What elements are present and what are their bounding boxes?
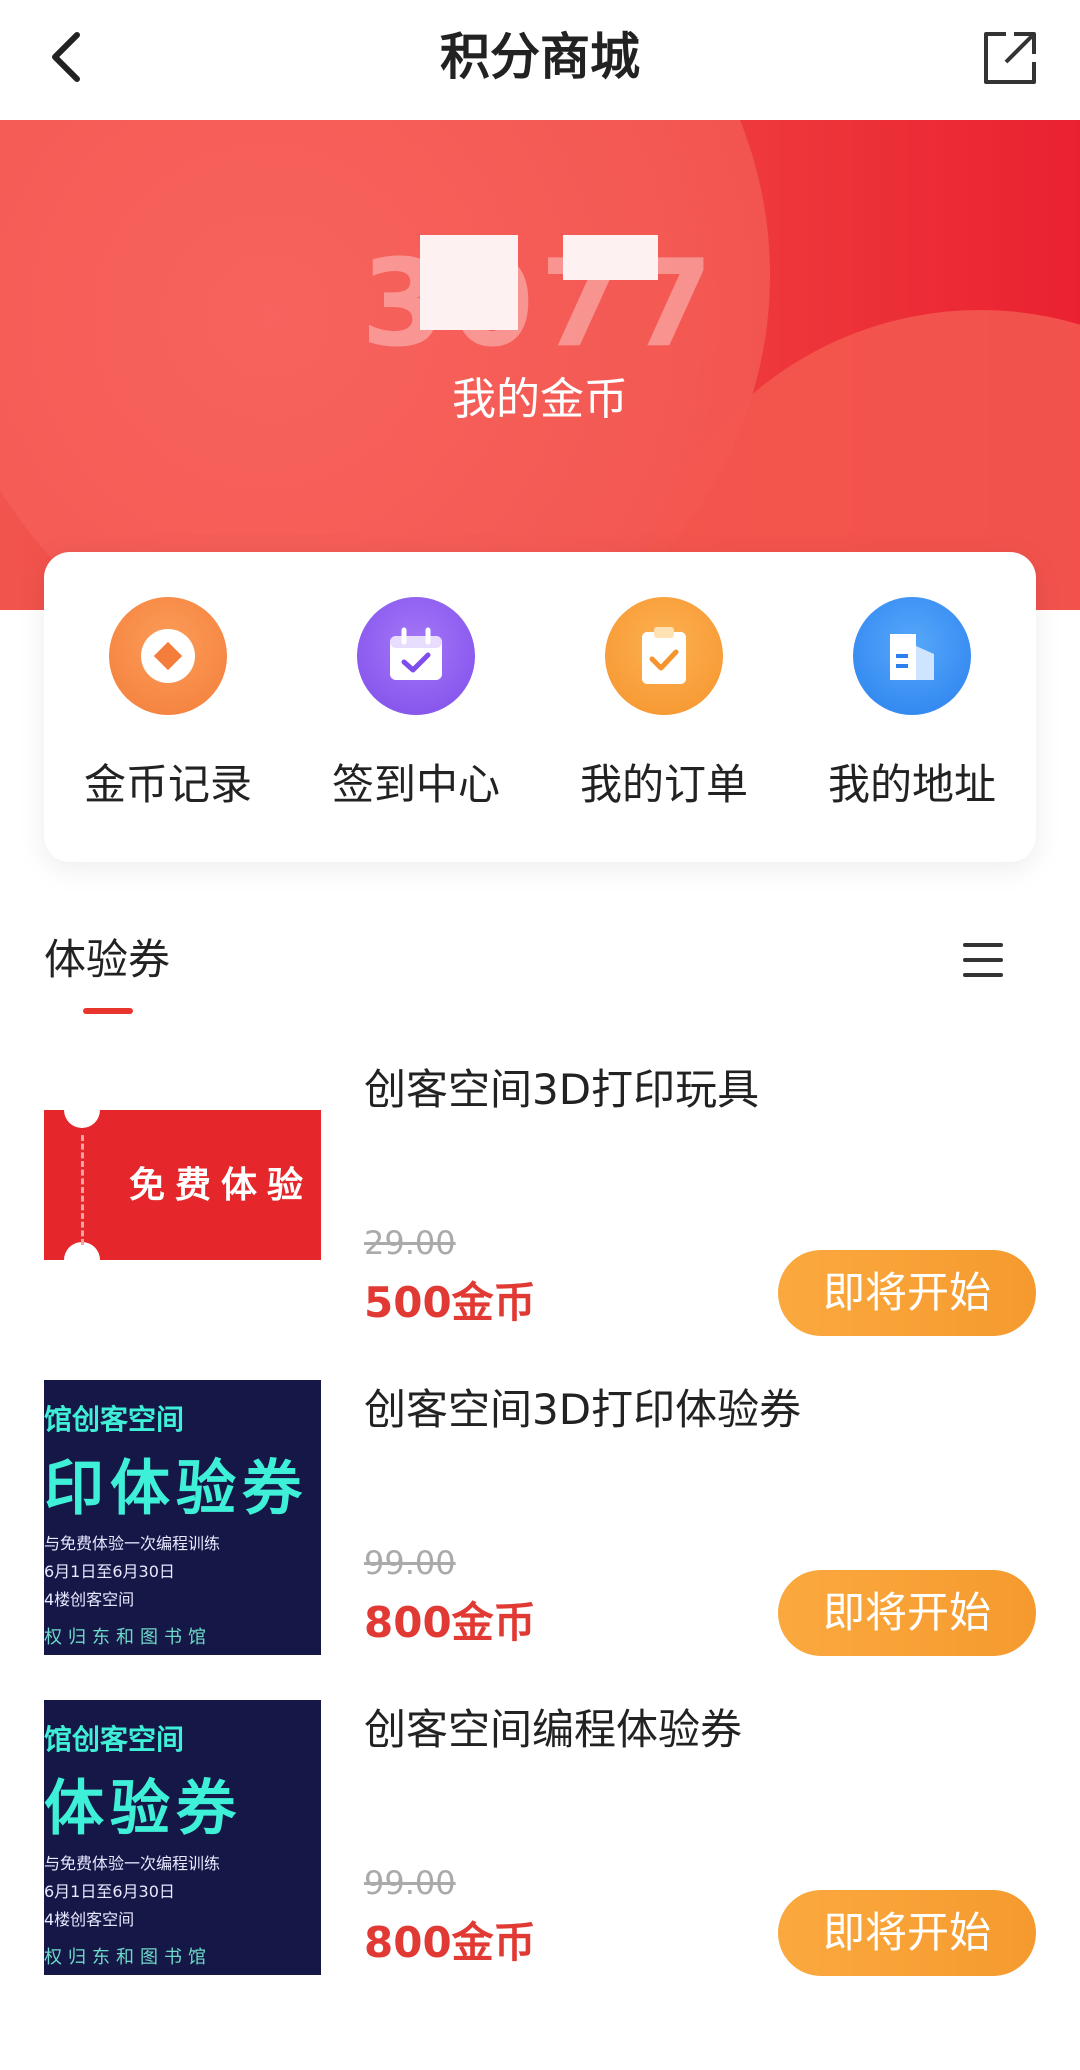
coin-price: 800金币: [364, 1918, 536, 1967]
action-label: 我的订单: [579, 760, 748, 809]
share-button[interactable]: [970, 18, 1050, 98]
thumbnail-text: 权归东和图书馆: [44, 1627, 212, 1648]
coin-balance-banner: 3077 我的金币: [0, 120, 1080, 610]
original-price: 99.00: [364, 1864, 456, 1902]
action-my-orders[interactable]: 我的订单: [540, 552, 788, 862]
building-icon: [853, 597, 971, 715]
product-thumbnail: 馆创客空间 体验券 与免费体验一次编程训练 6月1日至6月30日 4楼创客空间 …: [44, 1700, 321, 1975]
action-my-address[interactable]: 我的地址: [788, 552, 1036, 862]
coin-price: 800金币: [364, 1598, 536, 1647]
clipboard-check-icon: [605, 597, 723, 715]
thumbnail-text: 免费体验: [129, 1165, 314, 1206]
thumbnail-text: 体验券: [44, 1774, 242, 1844]
product-name: 创客空间3D打印玩具: [364, 1065, 760, 1114]
coin-price: 500金币: [364, 1278, 536, 1327]
coin-icon: [109, 597, 227, 715]
thumbnail-text: 印体验券: [44, 1454, 308, 1524]
coin-balance-value: 3077: [361, 235, 719, 374]
action-checkin-center[interactable]: 签到中心: [292, 552, 540, 862]
active-tab-indicator: [83, 1008, 133, 1014]
thumbnail-text: 馆创客空间: [44, 1403, 185, 1436]
product-name: 创客空间3D打印体验券: [364, 1385, 802, 1434]
coming-soon-button[interactable]: 即将开始: [778, 1890, 1036, 1976]
coin-balance-label: 我的金币: [452, 374, 628, 425]
original-price: 99.00: [364, 1544, 456, 1582]
quick-actions-card: 金币记录 签到中心 我的订单 我的地址: [44, 552, 1036, 862]
thumbnail-text: 与免费体验一次编程训练: [44, 1534, 221, 1553]
tab-experience-vouchers[interactable]: 体验券: [44, 930, 170, 990]
thumbnail-text: 与免费体验一次编程训练: [44, 1854, 221, 1873]
coming-soon-button[interactable]: 即将开始: [778, 1570, 1036, 1656]
external-link-icon: [984, 32, 1036, 84]
thumbnail-text: 4楼创客空间: [44, 1910, 135, 1929]
calendar-check-icon: [357, 597, 475, 715]
action-label: 金币记录: [83, 760, 252, 809]
coming-soon-button[interactable]: 即将开始: [778, 1250, 1036, 1336]
product-item[interactable]: 馆创客空间 印体验券 与免费体验一次编程训练 6月1日至6月30日 4楼创客空间…: [0, 1380, 1080, 1670]
product-item[interactable]: 馆创客空间 体验券 与免费体验一次编程训练 6月1日至6月30日 4楼创客空间 …: [0, 1700, 1080, 1990]
action-label: 我的地址: [827, 760, 996, 809]
privacy-mask: [420, 235, 518, 330]
original-price: 29.00: [364, 1224, 456, 1262]
thumbnail-text: 权归东和图书馆: [44, 1947, 212, 1968]
menu-icon[interactable]: [955, 935, 1011, 985]
action-label: 签到中心: [331, 760, 500, 809]
page-title: 积分商城: [440, 28, 640, 86]
thumbnail-text: 4楼创客空间: [44, 1590, 135, 1609]
thumbnail-text: 6月1日至6月30日: [44, 1562, 175, 1581]
product-name: 创客空间编程体验券: [364, 1705, 743, 1754]
product-thumbnail: 馆创客空间 印体验券 与免费体验一次编程训练 6月1日至6月30日 4楼创客空间…: [44, 1380, 321, 1655]
privacy-mask: [563, 235, 658, 280]
thumbnail-text: 6月1日至6月30日: [44, 1882, 175, 1901]
top-navigation-bar: 积分商城: [0, 0, 1080, 120]
action-coin-records[interactable]: 金币记录: [44, 552, 292, 862]
thumbnail-text: 馆创客空间: [44, 1723, 185, 1756]
product-thumbnail: 免费体验: [44, 1060, 321, 1335]
product-item[interactable]: 免费体验 创客空间3D打印玩具 29.00 500金币 即将开始: [0, 1060, 1080, 1350]
